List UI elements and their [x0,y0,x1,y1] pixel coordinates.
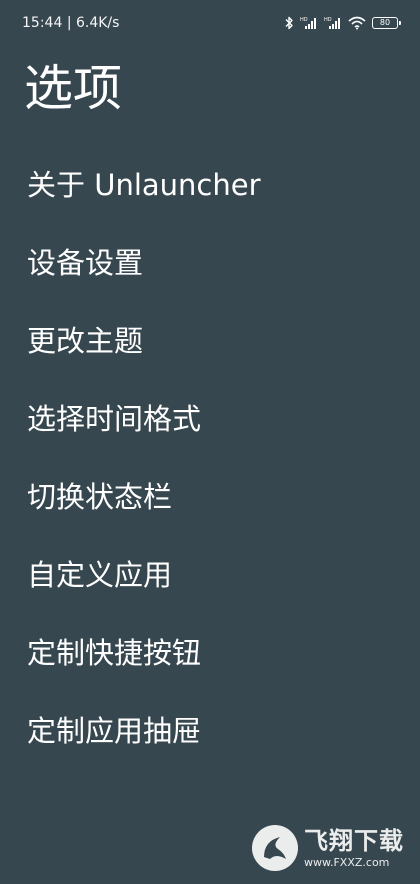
menu-item-about[interactable]: 关于 Unlauncher [27,146,261,224]
status-icons: HD HD 80 [284,16,401,30]
status-divider: | [66,15,76,31]
svg-text:HD: HD [300,17,308,23]
signal-hd-icon: HD [300,16,318,30]
signal-hd-icon-2: HD [324,16,342,30]
menu-item-device-settings[interactable]: 设备设置 [27,224,261,302]
status-left: 15:44 | 6.4K/s [22,15,119,31]
watermark-url: www.FXXZ.com [304,855,390,869]
watermark-text: 飞翔下载 www.FXXZ.com [304,829,404,868]
watermark: 飞翔下载 www.FXXZ.com [252,820,412,876]
menu-item-change-theme[interactable]: 更改主题 [27,302,261,380]
watermark-title: 飞翔下载 [304,826,404,855]
menu-item-time-format[interactable]: 选择时间格式 [27,380,261,458]
menu-item-app-drawer[interactable]: 定制应用抽屉 [27,692,261,770]
bluetooth-icon [284,16,294,30]
svg-text:HD: HD [324,17,332,23]
menu-item-custom-apps[interactable]: 自定义应用 [27,536,261,614]
page-title: 选项 [24,60,123,117]
status-net-speed: 6.4K/s [75,15,120,31]
status-bar: 15:44 | 6.4K/s HD HD 80 [0,0,420,46]
options-menu: 关于 Unlauncher 设备设置 更改主题 选择时间格式 切换状态栏 自定义… [27,146,261,770]
status-time: 15:44 [22,15,63,31]
menu-item-toggle-status-bar[interactable]: 切换状态栏 [27,458,261,536]
menu-item-quick-buttons[interactable]: 定制快捷按钮 [27,614,261,692]
watermark-logo-icon [252,825,298,871]
battery-icon: 80 [372,17,401,29]
wifi-icon [348,16,366,30]
